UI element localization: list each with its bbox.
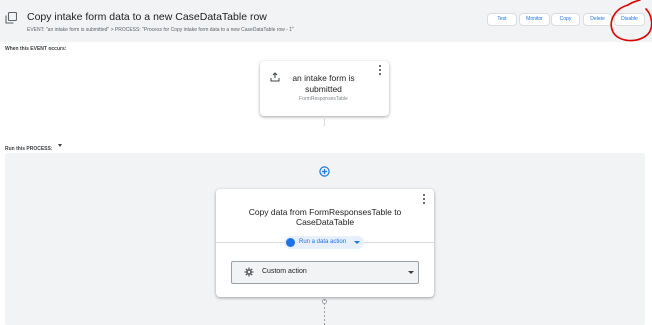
action-type-value: Custom action bbox=[262, 268, 307, 275]
add-circle-icon[interactable] bbox=[319, 166, 330, 177]
step-type-label: Run a data action bbox=[299, 239, 347, 245]
event-card-title: an intake form is submitted bbox=[292, 73, 355, 94]
monitor-button[interactable]: Monitor bbox=[519, 13, 550, 26]
copy-icon bbox=[5, 12, 17, 24]
event-card-table: FormResponsesTable bbox=[299, 96, 348, 102]
bot-header: Copy intake form data to a new CaseDataT… bbox=[0, 0, 652, 42]
flow-dashed-connector bbox=[324, 299, 325, 325]
test-button[interactable]: Test bbox=[487, 13, 517, 26]
step-more-icon[interactable] bbox=[423, 194, 426, 206]
disable-button[interactable]: Disable bbox=[614, 13, 645, 26]
delete-button[interactable]: Delete bbox=[583, 13, 612, 26]
step-type-dropdown[interactable]: Run a data action bbox=[284, 236, 364, 249]
gear-icon bbox=[244, 267, 254, 277]
form-upload-icon bbox=[270, 72, 280, 82]
bot-breadcrumb: EVENT: "an intake form is submitted" > P… bbox=[27, 27, 294, 33]
page-title: Copy intake form data to a new CaseDataT… bbox=[27, 11, 267, 23]
chevron-down-icon bbox=[57, 144, 62, 148]
action-type-select[interactable]: Custom action bbox=[231, 261, 419, 284]
process-section-label: Run this PROCESS: bbox=[5, 146, 53, 152]
step-title: Copy data from FormResponsesTable to Cas… bbox=[248, 207, 402, 227]
event-card[interactable]: an intake form is submitted FormResponse… bbox=[260, 61, 389, 116]
event-more-icon[interactable] bbox=[379, 65, 382, 77]
chevron-down-icon bbox=[408, 271, 414, 274]
process-step-card[interactable]: Copy data from FormResponsesTable to Cas… bbox=[216, 189, 434, 297]
chevron-down-icon bbox=[354, 241, 360, 244]
flow-connector bbox=[324, 116, 325, 126]
data-action-icon bbox=[286, 238, 295, 247]
event-section-label: When this EVENT occurs: bbox=[5, 46, 67, 52]
copy-button[interactable]: Copy bbox=[551, 13, 580, 26]
